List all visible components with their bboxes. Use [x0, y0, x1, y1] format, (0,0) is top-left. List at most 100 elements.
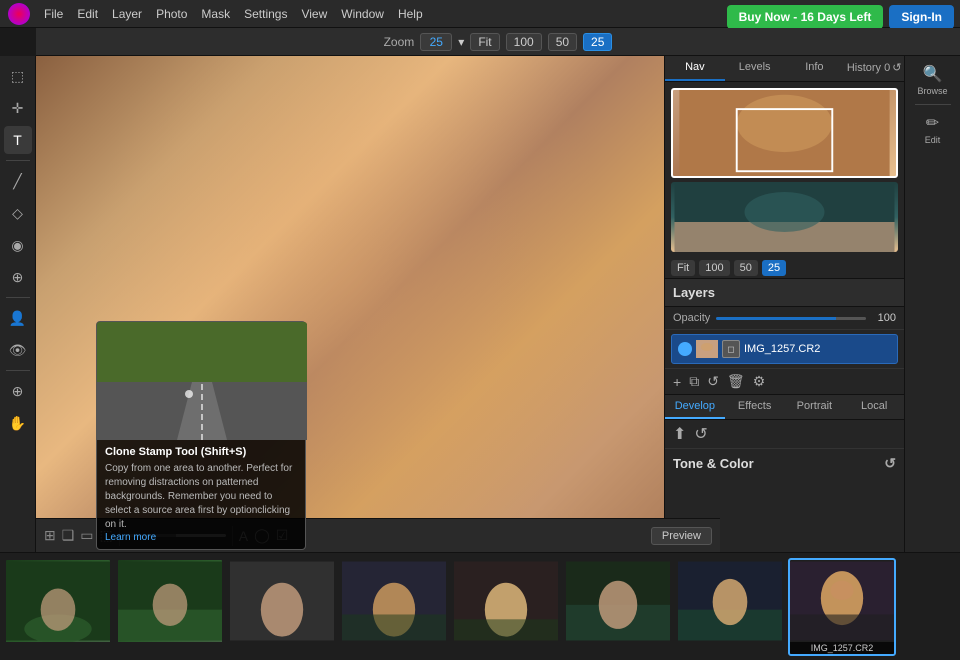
- film-thumb-8: [790, 560, 894, 642]
- clone-thumb-preview: [97, 322, 307, 440]
- layer-mask[interactable]: ◻: [722, 340, 740, 358]
- refresh-layer-button[interactable]: ↺: [707, 373, 719, 390]
- share-button[interactable]: ⬆: [673, 424, 686, 444]
- tab-info[interactable]: Info: [785, 56, 845, 81]
- tab-local[interactable]: Local: [844, 395, 904, 419]
- layer-item[interactable]: ◻ IMG_1257.CR2: [671, 334, 898, 364]
- transform-tool[interactable]: ✛: [4, 94, 32, 122]
- zoom-50-button[interactable]: 50: [548, 33, 577, 51]
- sign-in-button[interactable]: Sign-In: [889, 5, 954, 29]
- edit-label: Edit: [925, 135, 941, 145]
- hand-tool[interactable]: ✋: [4, 409, 32, 437]
- tab-portrait[interactable]: Portrait: [785, 395, 845, 419]
- film-thumb-1: [6, 560, 110, 642]
- menu-settings[interactable]: Settings: [244, 7, 287, 21]
- film-thumb-3: [230, 560, 334, 642]
- clone-stamp-tooltip: Clone Stamp Tool (Shift+S) Copy from one…: [96, 321, 306, 550]
- menu-view[interactable]: View: [301, 7, 327, 21]
- app-logo: [8, 3, 30, 25]
- duplicate-layer-button[interactable]: ⧉: [689, 373, 699, 390]
- zoom-25-button[interactable]: 25: [583, 33, 612, 51]
- bt-grid-icon[interactable]: ⊞: [44, 527, 56, 544]
- menu-help[interactable]: Help: [398, 7, 423, 21]
- tab-nav[interactable]: Nav: [665, 56, 725, 81]
- bt-stack-icon[interactable]: ❑: [62, 527, 75, 544]
- eye-tool[interactable]: 👁: [4, 336, 32, 364]
- nav-preview-thumb-secondary: [671, 182, 898, 252]
- preview-100-btn[interactable]: 100: [699, 260, 729, 276]
- preview-button[interactable]: Preview: [651, 527, 712, 545]
- browse-icon: 🔍: [923, 64, 943, 84]
- delete-layer-button[interactable]: 🗑: [727, 373, 745, 390]
- history-label: History 0: [847, 62, 890, 74]
- opacity-value: 100: [872, 312, 896, 324]
- spot-heal-tool[interactable]: ⊕: [4, 263, 32, 291]
- tab-effects[interactable]: Effects: [725, 395, 785, 419]
- edit-tabs: Develop Effects Portrait Local: [665, 394, 904, 420]
- far-right-panel: 🔍 Browse ✏ Edit ⬆ ⬜: [904, 56, 960, 618]
- zoom-100-button[interactable]: 100: [506, 33, 542, 51]
- menu-window[interactable]: Window: [341, 7, 384, 21]
- person-tool[interactable]: 👤: [4, 304, 32, 332]
- nav-preview-thumb-main[interactable]: [671, 88, 898, 178]
- layers-header: Layers: [665, 278, 904, 307]
- tone-color-reset-icon[interactable]: ↺: [884, 455, 896, 472]
- filmstrip-item-7[interactable]: [676, 558, 784, 656]
- add-layer-button[interactable]: +: [673, 374, 681, 390]
- menu-photo[interactable]: Photo: [156, 7, 187, 21]
- zoom-bar: Zoom 25 ▾ Fit 100 50 25: [36, 28, 960, 56]
- film-thumb-7: [678, 560, 782, 642]
- filmstrip-item-3[interactable]: [228, 558, 336, 656]
- tab-history[interactable]: History 0 ↺: [844, 56, 904, 81]
- zoom-label: Zoom: [384, 35, 415, 49]
- filmstrip-item-6[interactable]: [564, 558, 672, 656]
- filmstrip-item-5[interactable]: [452, 558, 560, 656]
- erase-tool[interactable]: ◇: [4, 199, 32, 227]
- preview-50-btn[interactable]: 50: [734, 260, 758, 276]
- browse-label: Browse: [917, 86, 947, 96]
- layer-visibility-toggle[interactable]: [678, 342, 692, 356]
- top-right-buttons: Buy Now - 16 Days Left Sign-In: [727, 5, 954, 29]
- text-tool[interactable]: T: [4, 126, 32, 154]
- crop-tool[interactable]: ⬚: [4, 62, 32, 90]
- menu-edit[interactable]: Edit: [77, 7, 98, 21]
- menu-file[interactable]: File: [44, 7, 63, 21]
- zoom-in-tool[interactable]: ⊕: [4, 377, 32, 405]
- filmstrip-item-8-label: IMG_1257.CR2: [790, 642, 894, 654]
- edit-actions: ⬆ ↺: [665, 420, 904, 449]
- edit-button[interactable]: ✏ Edit: [911, 109, 955, 149]
- toolbar-separator-2: [6, 297, 30, 298]
- preview-25-btn[interactable]: 25: [762, 260, 786, 276]
- edit-icon: ✏: [926, 113, 939, 133]
- clone-title: Clone Stamp Tool (Shift+S): [105, 446, 297, 458]
- zoom-fit-button[interactable]: Fit: [470, 33, 499, 51]
- opacity-row: Opacity 100: [665, 307, 904, 330]
- filmstrip-item-8-active[interactable]: IMG_1257.CR2: [788, 558, 896, 656]
- buy-now-button[interactable]: Buy Now - 16 Days Left: [727, 5, 884, 29]
- menu-layer[interactable]: Layer: [112, 7, 142, 21]
- film-thumb-6: [566, 560, 670, 642]
- tone-color-title: Tone & Color ↺: [673, 455, 896, 472]
- tone-color-section: Tone & Color ↺: [665, 449, 904, 482]
- zoom-value[interactable]: 25: [420, 33, 452, 51]
- filmstrip: IMG_1257.CR2: [0, 552, 960, 660]
- brush-tool[interactable]: ╱: [4, 167, 32, 195]
- tab-levels[interactable]: Levels: [725, 56, 785, 81]
- opacity-slider[interactable]: [716, 317, 866, 320]
- layer-settings-button[interactable]: ⚙: [753, 373, 766, 390]
- filmstrip-item-4[interactable]: [340, 558, 448, 656]
- browse-button[interactable]: 🔍 Browse: [911, 60, 955, 100]
- menu-mask[interactable]: Mask: [201, 7, 230, 21]
- filmstrip-item-2[interactable]: [116, 558, 224, 656]
- nav-tabs: Nav Levels Info History 0 ↺: [665, 56, 904, 82]
- undo-button[interactable]: ↺: [694, 424, 707, 444]
- bt-rect-icon[interactable]: ▭: [80, 527, 93, 544]
- preview-fit-btn[interactable]: Fit: [671, 260, 695, 276]
- zoom-dropdown-arrow: ▾: [458, 35, 464, 49]
- history-icon: ↺: [892, 61, 901, 74]
- filmstrip-item-1[interactable]: [4, 558, 112, 656]
- clone-learn-more-link[interactable]: Learn more: [105, 532, 297, 543]
- preview-zoom-controls: Fit 100 50 25: [665, 258, 904, 278]
- clone-stamp-tool[interactable]: ◉: [4, 231, 32, 259]
- tab-develop[interactable]: Develop: [665, 395, 725, 419]
